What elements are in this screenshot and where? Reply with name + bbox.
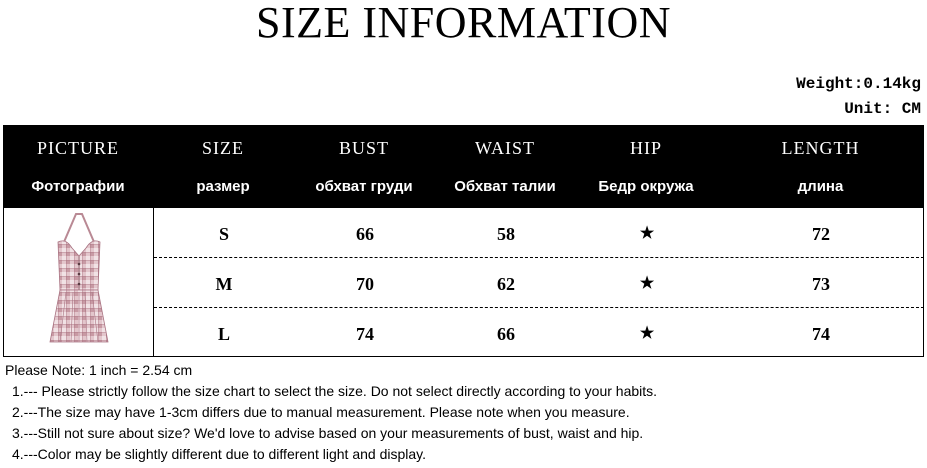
size-cell: S (218, 224, 229, 244)
waist-cell: 62 (497, 274, 515, 294)
header-waist-en: WAIST (475, 138, 535, 158)
size-table: S 66 58 ★ 72 M 70 62 ★ 73 L 74 66 ★ 74 (3, 208, 924, 357)
length-cell: 74 (812, 324, 830, 344)
table-row: M 70 62 ★ 73 (154, 258, 924, 308)
header-size-ru: размер (196, 178, 250, 195)
note-item: 1.--- Please strictly follow the size ch… (12, 383, 658, 399)
header-picture-ru: Фотографии (31, 178, 125, 195)
header-waist-ru: Обхват талии (454, 178, 556, 195)
header-waist: WAIST Обхват талии (435, 125, 575, 208)
length-cell: 73 (812, 274, 830, 294)
size-cell: L (217, 324, 230, 344)
waist-cell: 58 (497, 224, 515, 244)
page-title: SIZE INFORMATION (256, 0, 671, 47)
header-hip: HIP Бедр окружа (575, 125, 717, 208)
bust-cell: 74 (356, 324, 374, 344)
header-picture: PICTURE Фотографии (3, 125, 153, 208)
header-length-en: LENGTH (781, 138, 860, 158)
product-picture-cell (4, 208, 154, 356)
hip-star-icon: ★ (639, 225, 655, 242)
header-length: LENGTH длина (717, 125, 924, 208)
hip-star-icon: ★ (639, 275, 655, 292)
notes-section: Please Note: 1 inch = 2.54 cm 1.--- Plea… (5, 360, 657, 465)
header-size-en: SIZE (202, 138, 244, 158)
note-item: 4.---Color may be slightly different due… (12, 446, 426, 462)
table-row: L 74 66 ★ 74 (154, 308, 924, 357)
table-header: PICTURE Фотографии SIZE размер BUST обхв… (3, 125, 924, 208)
dress-image (49, 213, 109, 343)
bust-cell: 66 (356, 224, 374, 244)
waist-cell: 66 (497, 324, 515, 344)
header-bust-en: BUST (338, 138, 389, 158)
note-item: 3.---Still not sure about size? We'd lov… (12, 425, 644, 441)
header-bust: BUST обхват груди (293, 125, 435, 208)
hip-star-icon: ★ (639, 325, 655, 342)
header-bust-ru: обхват груди (315, 178, 413, 195)
note-item: 2.---The size may have 1-3cm differs due… (12, 404, 630, 420)
weight-label: Weight:0.14kg (796, 75, 921, 93)
header-size: SIZE размер (153, 125, 293, 208)
header-length-ru: длина (797, 178, 844, 195)
length-cell: 72 (812, 224, 830, 244)
notes-header: Please Note: 1 inch = 2.54 cm (5, 362, 193, 378)
table-row: S 66 58 ★ 72 (154, 208, 924, 258)
bust-cell: 70 (356, 274, 374, 294)
header-picture-en: PICTURE (36, 138, 119, 158)
header-hip-ru: Бедр окружа (598, 178, 694, 195)
header-hip-en: HIP (629, 138, 662, 158)
size-cell: M (215, 274, 233, 294)
unit-label: Unit: CM (844, 100, 921, 118)
